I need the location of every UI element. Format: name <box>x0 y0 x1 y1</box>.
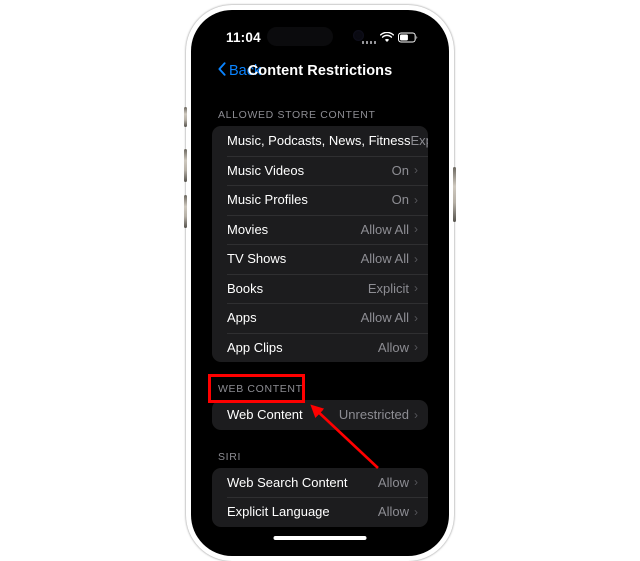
row-value: Allow <box>377 339 409 355</box>
row-label: Music Videos <box>227 162 305 178</box>
settings-group-siri: Web Search Content Allow › Explicit Lang… <box>212 467 428 527</box>
dynamic-island <box>267 27 333 46</box>
home-indicator[interactable] <box>273 536 367 540</box>
row-value: On <box>391 162 409 178</box>
row-value: Allow All <box>360 251 409 267</box>
silence-switch[interactable] <box>184 107 187 127</box>
chevron-right-icon: › <box>414 192 418 207</box>
row-accessory: Allow All › <box>361 251 418 266</box>
row-label: Books <box>227 280 264 296</box>
row-explicit-language[interactable]: Explicit Language Allow › <box>212 497 428 527</box>
row-value: Unrestricted <box>338 407 409 423</box>
section-header-web-content: WEB CONTENT <box>218 383 303 395</box>
row-accessory: Allow › <box>378 340 418 355</box>
row-accessory: Allow All › <box>361 222 418 237</box>
settings-group-allowed-store-content: Music, Podcasts, News, Fitness Expl... ›… <box>212 126 428 362</box>
battery-icon <box>398 30 418 48</box>
row-value: Explicit <box>367 280 409 296</box>
row-label: Web Search Content <box>227 474 348 490</box>
chevron-right-icon: › <box>414 251 418 266</box>
row-web-search-content[interactable]: Web Search Content Allow › <box>212 468 428 498</box>
chevron-right-icon: › <box>414 310 418 325</box>
power-button[interactable] <box>453 167 456 222</box>
status-bar: 11:04 <box>200 19 440 57</box>
row-music-podcasts-news-fitness[interactable]: Music, Podcasts, News, Fitness Expl... › <box>212 126 428 156</box>
row-accessory: Expl... › <box>411 133 429 148</box>
volume-down-button[interactable] <box>184 195 187 228</box>
status-time: 11:04 <box>226 30 261 45</box>
row-tv-shows[interactable]: TV Shows Allow All › <box>212 244 428 274</box>
row-value: Allow <box>377 504 409 520</box>
row-label: Web Content <box>227 407 303 423</box>
row-web-content[interactable]: Web Content Unrestricted › <box>212 400 428 430</box>
status-indicators <box>361 30 419 48</box>
row-app-clips[interactable]: App Clips Allow › <box>212 332 428 363</box>
row-label: Music, Podcasts, News, Fitness <box>227 133 411 149</box>
row-accessory: Explicit › <box>368 281 418 296</box>
row-value: Expl... <box>410 133 429 149</box>
chevron-right-icon: › <box>414 281 418 296</box>
row-label: App Clips <box>227 339 283 355</box>
row-label: Apps <box>227 310 257 326</box>
chevron-right-icon: › <box>414 222 418 237</box>
section-header-siri: SIRI <box>218 450 242 463</box>
chevron-right-icon: › <box>414 475 418 490</box>
settings-list[interactable]: ALLOWED STORE CONTENT Music, Podcasts, N… <box>200 89 440 547</box>
section-header-allowed-store-content: ALLOWED STORE CONTENT <box>218 109 376 121</box>
row-value: On <box>391 192 409 208</box>
chevron-right-icon: › <box>414 407 418 422</box>
page-title: Content Restrictions <box>247 63 393 79</box>
row-value: Allow All <box>360 310 409 326</box>
chevron-right-icon: › <box>414 340 418 355</box>
row-music-profiles[interactable]: Music Profiles On › <box>212 185 428 215</box>
row-accessory: On › <box>392 192 418 207</box>
row-accessory: Allow › <box>378 504 418 519</box>
row-accessory: On › <box>392 163 418 178</box>
row-label: Movies <box>227 221 269 237</box>
volume-up-button[interactable] <box>184 149 187 182</box>
row-label: Music Profiles <box>227 192 308 208</box>
phone-screen: 11:04 Back Content Restrictions ALLOWED … <box>200 19 440 547</box>
cellular-signal-icon <box>361 35 376 44</box>
phone-device-frame: 11:04 Back Content Restrictions ALLOWED … <box>186 5 454 561</box>
settings-group-web-content: Web Content Unrestricted › <box>212 400 428 430</box>
row-accessory: Allow All › <box>361 310 418 325</box>
row-accessory: Unrestricted › <box>339 407 418 422</box>
row-value: Allow <box>377 474 409 490</box>
row-apps[interactable]: Apps Allow All › <box>212 303 428 333</box>
row-books[interactable]: Books Explicit › <box>212 273 428 304</box>
row-music-videos[interactable]: Music Videos On › <box>212 155 428 186</box>
chevron-right-icon: › <box>414 163 418 178</box>
row-label: Explicit Language <box>227 504 330 520</box>
row-movies[interactable]: Movies Allow All › <box>212 214 428 245</box>
navigation-bar: Back Content Restrictions <box>200 57 440 89</box>
row-label: TV Shows <box>227 251 287 267</box>
phone-bezel: 11:04 Back Content Restrictions ALLOWED … <box>191 10 449 556</box>
wifi-icon <box>380 30 394 48</box>
chevron-right-icon: › <box>414 504 418 519</box>
row-accessory: Allow › <box>378 475 418 490</box>
row-value: Allow All <box>360 221 409 237</box>
